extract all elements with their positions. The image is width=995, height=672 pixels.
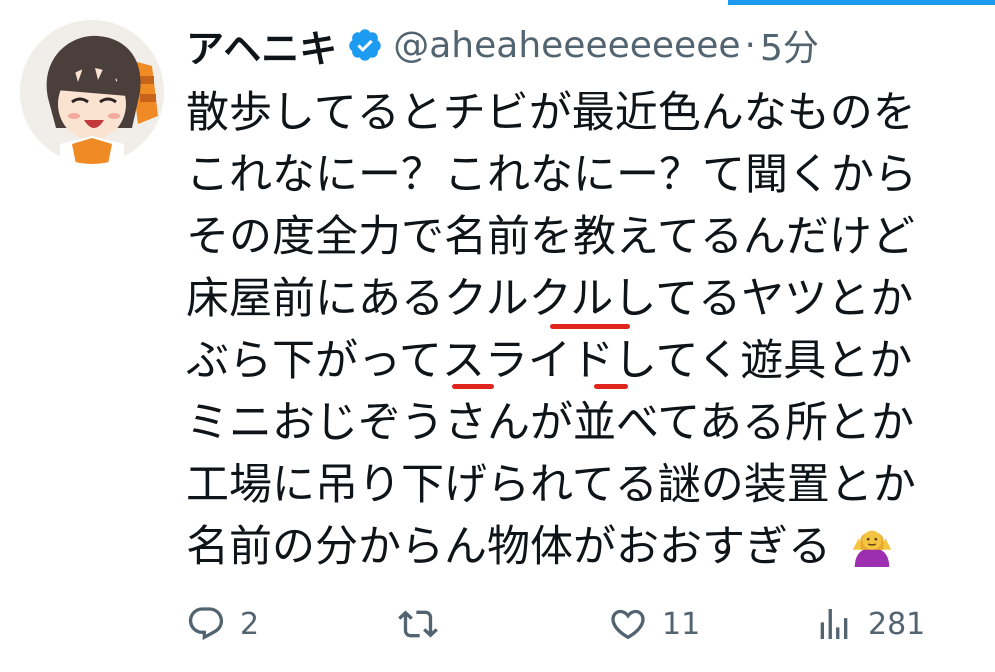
retweet-icon bbox=[398, 610, 438, 638]
heart-icon bbox=[611, 609, 645, 640]
avatar[interactable] bbox=[20, 20, 164, 164]
like-button[interactable]: 11 bbox=[608, 596, 700, 652]
red-underline-mark bbox=[594, 384, 628, 389]
author-name[interactable]: アヘニキ bbox=[186, 18, 337, 73]
tweet-line-text: 床屋前にあるクルクルしてるヤツとか bbox=[186, 274, 914, 324]
tweet-line: ぶら下がってスライドしてく遊具とか bbox=[186, 330, 986, 392]
reply-count: 2 bbox=[240, 606, 260, 642]
red-underline-mark bbox=[550, 324, 630, 329]
tweet-line-text: ぶら下がってスライドしてく遊具とか bbox=[186, 336, 913, 386]
tweet-line: その度全力で名前を教えてるんだけど bbox=[186, 212, 915, 262]
like-count: 11 bbox=[662, 606, 701, 642]
top-accent-bar bbox=[728, 0, 995, 5]
tweet-line: ミニおじぞうさんが並べてある所とか bbox=[186, 398, 914, 448]
tweet-line: 名前の分からん物体がおおすぎる bbox=[186, 516, 986, 578]
tweet-header: アヘニキ @aheaheeeeeeeee · 5分 bbox=[186, 14, 819, 76]
tweet-line: 散歩してるとチビが最近色んなものを bbox=[186, 88, 916, 138]
views-button[interactable]: 281 bbox=[814, 596, 925, 652]
tweet-timestamp[interactable]: 5分 bbox=[760, 19, 819, 71]
red-underline-mark bbox=[452, 384, 494, 389]
views-count: 281 bbox=[868, 606, 926, 642]
person-shrugging-emoji-icon bbox=[849, 521, 895, 584]
retweet-button[interactable] bbox=[398, 596, 452, 652]
tweet-text: 散歩してるとチビが最近色んなものを これなにー？これなにー？て聞くから その度全… bbox=[186, 82, 986, 578]
author-handle[interactable]: @aheaheeeeeeeee bbox=[393, 25, 740, 66]
tweet-line: 工場に吊り下げられてる謎の装置とか bbox=[186, 460, 916, 510]
tweet-line-text: 名前の分からん物体がおおすぎる bbox=[186, 522, 831, 572]
verified-badge-icon bbox=[347, 27, 383, 63]
header-separator: · bbox=[744, 24, 756, 66]
tweet-actions: 2 11 281 bbox=[186, 596, 966, 652]
tweet-line: これなにー？これなにー？て聞くから bbox=[186, 150, 917, 200]
avatar-illustration bbox=[20, 20, 164, 164]
reply-button[interactable]: 2 bbox=[186, 596, 259, 652]
tweet-line: 床屋前にあるクルクルしてるヤツとか bbox=[186, 268, 986, 330]
reply-icon bbox=[188, 607, 224, 641]
views-chart-icon bbox=[820, 609, 848, 639]
